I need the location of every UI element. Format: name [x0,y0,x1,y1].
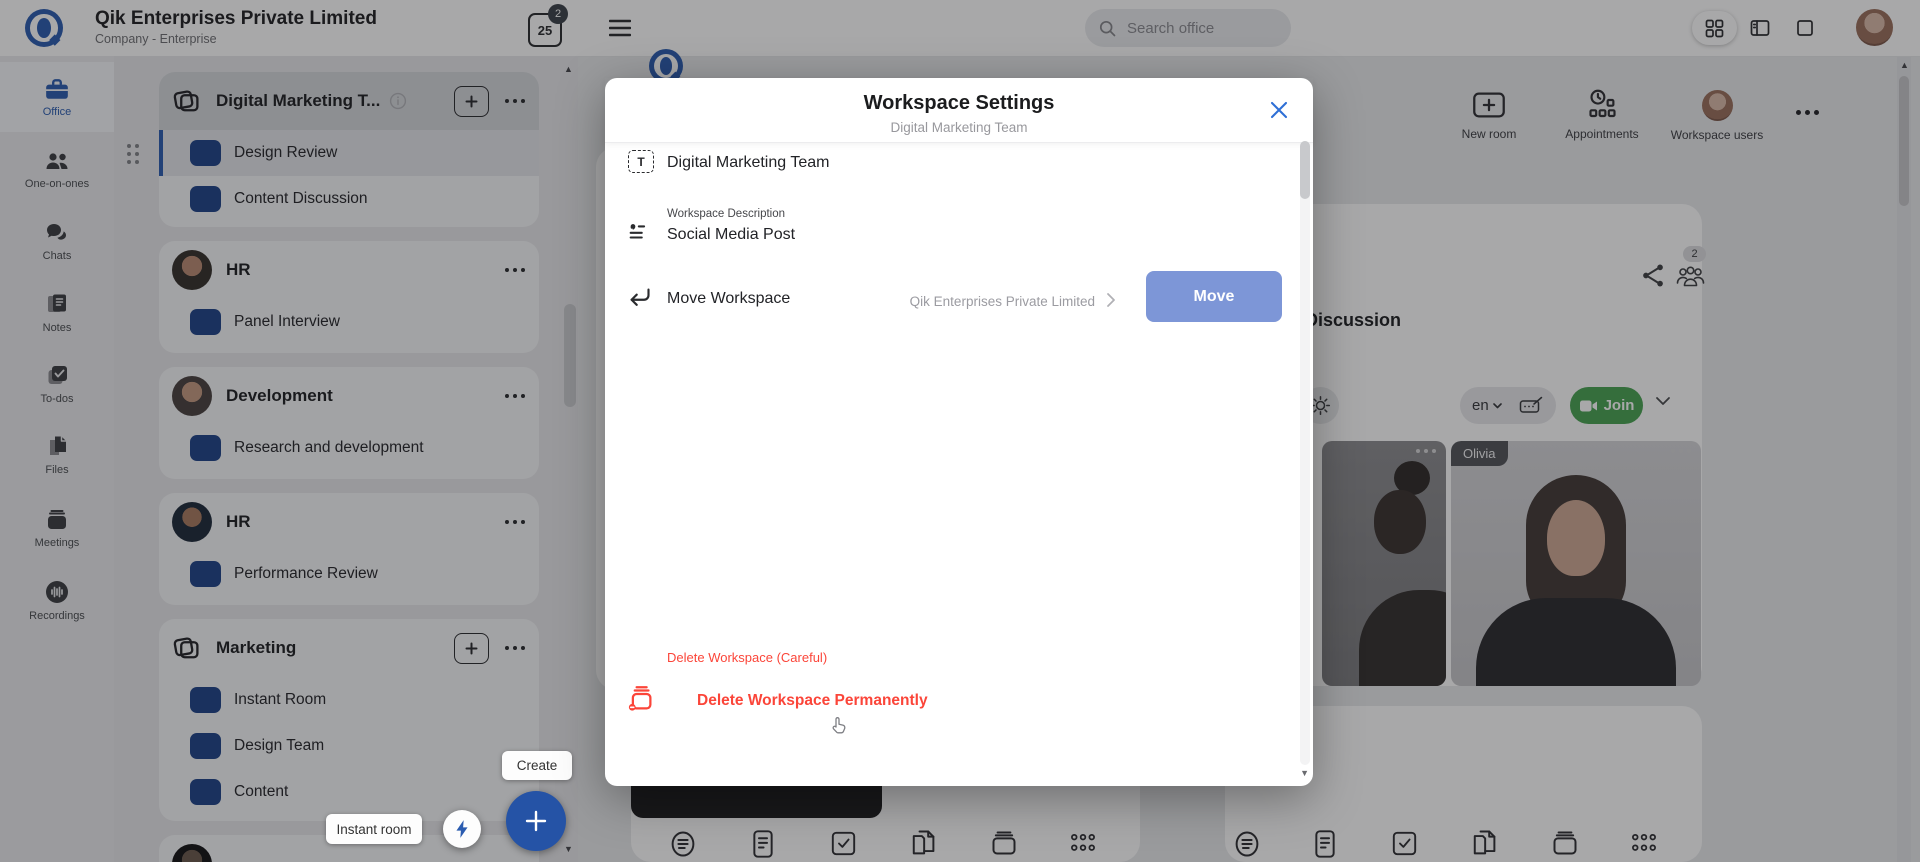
modal-scrollbar-track[interactable] [1300,141,1310,765]
workspace-name-icon: T [628,150,654,173]
delete-workspace-icon[interactable] [626,684,656,714]
modal-scrollbar-thumb[interactable] [1300,141,1310,199]
move-target-selector[interactable]: Qik Enterprises Private Limited [910,294,1095,309]
delete-workspace-action[interactable]: Delete Workspace Permanently [697,692,928,710]
workspace-description-icon [626,220,654,248]
modal-scroll-down-arrow[interactable]: ▼ [1300,768,1309,778]
workspace-settings-modal: Workspace Settings Digital Marketing Tea… [605,78,1313,786]
app-window: Qik Enterprises Private Limited Company … [0,0,1920,862]
move-workspace-icon [626,284,653,311]
close-icon[interactable] [1267,98,1291,122]
workspace-name-field[interactable]: Digital Marketing Team [667,154,829,172]
create-tooltip: Create [502,751,572,780]
move-workspace-label: Move Workspace [667,290,790,308]
modal-title: Workspace Settings [605,92,1313,115]
modal-header: Workspace Settings Digital Marketing Tea… [605,78,1313,143]
move-button[interactable]: Move [1146,271,1282,322]
description-field[interactable]: Social Media Post [667,226,795,244]
description-label: Workspace Description [667,208,785,220]
lightning-icon [454,819,470,839]
instant-room-tooltip: Instant room [326,814,422,844]
modal-subtitle: Digital Marketing Team [605,120,1313,135]
chevron-right-icon[interactable] [1105,292,1117,308]
delete-warning-label: Delete Workspace (Careful) [667,650,827,665]
plus-icon [524,809,548,833]
instant-room-button[interactable] [443,810,481,848]
cursor-hand-icon [830,716,847,735]
create-button[interactable] [506,791,566,851]
